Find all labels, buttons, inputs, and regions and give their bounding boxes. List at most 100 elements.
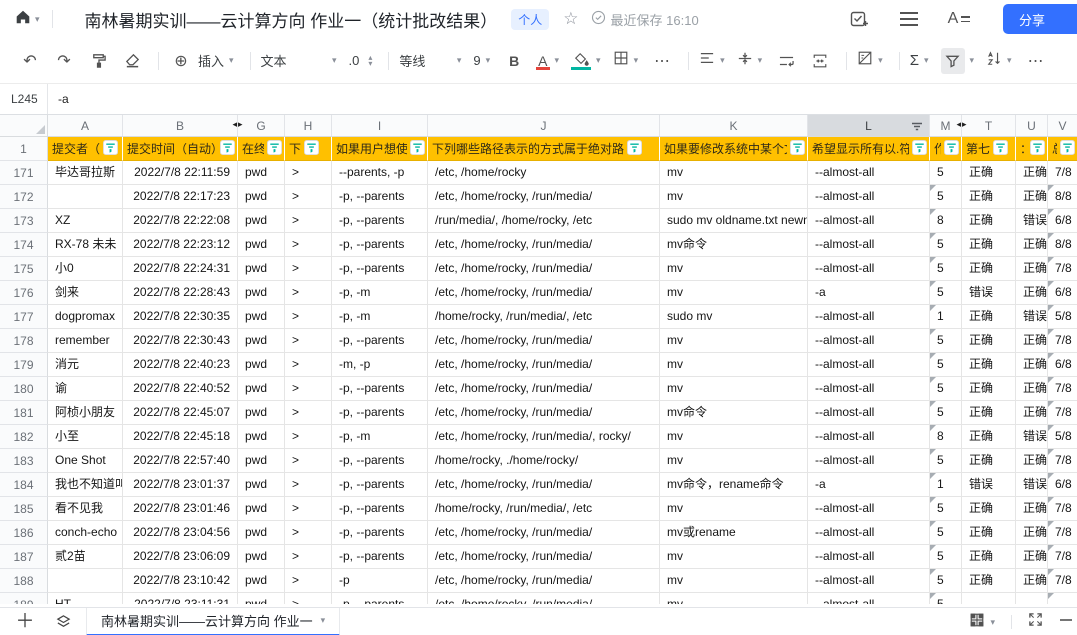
- cell-L177[interactable]: --almost-all: [808, 305, 930, 329]
- row-number[interactable]: 189: [0, 593, 48, 604]
- cell-I171[interactable]: --parents, -p: [332, 161, 428, 185]
- cell-J180[interactable]: /etc, /home/rocky, /run/media/: [428, 377, 660, 401]
- cell-K180[interactable]: mv: [660, 377, 808, 401]
- insert-button[interactable]: ⊕ 插入 ▾: [169, 48, 234, 74]
- cell-J172[interactable]: /etc, /home/rocky, /run/media/: [428, 185, 660, 209]
- cell-U185[interactable]: 正确: [1016, 497, 1048, 521]
- row-number[interactable]: 175: [0, 257, 48, 281]
- row-number[interactable]: 187: [0, 545, 48, 569]
- cell-B174[interactable]: 2022/7/8 22:23:12: [123, 233, 238, 257]
- row-number[interactable]: 180: [0, 377, 48, 401]
- filter-header-cell-U[interactable]: ：: [1016, 137, 1048, 161]
- row-number[interactable]: 171: [0, 161, 48, 185]
- bold-button[interactable]: B: [502, 48, 526, 74]
- column-header-H[interactable]: H: [285, 115, 332, 136]
- cell-T175[interactable]: 正确: [962, 257, 1016, 281]
- cell-V182[interactable]: 5/8: [1048, 425, 1077, 449]
- cell-H185[interactable]: >: [285, 497, 332, 521]
- filter-funnel-icon[interactable]: [1030, 140, 1045, 158]
- home-button[interactable]: ▾: [14, 8, 40, 31]
- column-header-A[interactable]: A: [48, 115, 123, 136]
- cell-V181[interactable]: 7/8: [1048, 401, 1077, 425]
- borders-button[interactable]: ▾: [613, 50, 639, 71]
- cell-B184[interactable]: 2022/7/8 23:01:37: [123, 473, 238, 497]
- cell-K178[interactable]: mv: [660, 329, 808, 353]
- cell-V178[interactable]: 7/8: [1048, 329, 1077, 353]
- cell-J183[interactable]: /home/rocky, ./home/rocky/: [428, 449, 660, 473]
- cell-G174[interactable]: pwd: [238, 233, 285, 257]
- filter-funnel-icon[interactable]: [410, 140, 425, 158]
- cell-M175[interactable]: 5: [930, 257, 962, 281]
- cell-A182[interactable]: 小至: [48, 425, 123, 449]
- cell-T172[interactable]: 正确: [962, 185, 1016, 209]
- filter-header-cell-J[interactable]: 下列哪些路径表示的方式属于绝对路: [428, 137, 660, 161]
- cell-V185[interactable]: 7/8: [1048, 497, 1077, 521]
- cell-H173[interactable]: >: [285, 209, 332, 233]
- cell-U186[interactable]: 正确: [1016, 521, 1048, 545]
- spinner-icons[interactable]: ▴▾: [368, 55, 372, 67]
- cell-V180[interactable]: 7/8: [1048, 377, 1077, 401]
- more-icon[interactable]: ⋯: [650, 48, 674, 74]
- filter-header-cell-M[interactable]: 作: [930, 137, 962, 161]
- cell-M183[interactable]: 5: [930, 449, 962, 473]
- filter-button[interactable]: ▾: [941, 48, 975, 74]
- cell-K171[interactable]: mv: [660, 161, 808, 185]
- cell-I184[interactable]: -p, --parents: [332, 473, 428, 497]
- cell-G171[interactable]: pwd: [238, 161, 285, 185]
- cell-H183[interactable]: >: [285, 449, 332, 473]
- cell-G183[interactable]: pwd: [238, 449, 285, 473]
- row-number[interactable]: 172: [0, 185, 48, 209]
- cell-K173[interactable]: sudo mv oldname.txt newna: [660, 209, 808, 233]
- cell-G173[interactable]: pwd: [238, 209, 285, 233]
- cell-H182[interactable]: >: [285, 425, 332, 449]
- cell-B176[interactable]: 2022/7/8 22:28:43: [123, 281, 238, 305]
- cell-K176[interactable]: mv: [660, 281, 808, 305]
- cell-T179[interactable]: 正确: [962, 353, 1016, 377]
- cell-L172[interactable]: --almost-all: [808, 185, 930, 209]
- cell-A180[interactable]: 谕: [48, 377, 123, 401]
- cell-H175[interactable]: >: [285, 257, 332, 281]
- cell-K185[interactable]: mv: [660, 497, 808, 521]
- cell-M188[interactable]: 5: [930, 569, 962, 593]
- cell-V175[interactable]: 7/8: [1048, 257, 1077, 281]
- redo-icon[interactable]: ↷: [52, 48, 76, 74]
- cell-K187[interactable]: mv: [660, 545, 808, 569]
- cell-K184[interactable]: mv命令，rename命令: [660, 473, 808, 497]
- cell-K181[interactable]: mv命令: [660, 401, 808, 425]
- cell-B182[interactable]: 2022/7/8 22:45:18: [123, 425, 238, 449]
- cell-V179[interactable]: 6/8: [1048, 353, 1077, 377]
- cell-T178[interactable]: 正确: [962, 329, 1016, 353]
- filter-header-cell-A[interactable]: 提交者（: [48, 137, 123, 161]
- cell-U179[interactable]: 正确: [1016, 353, 1048, 377]
- cell-I187[interactable]: -p, --parents: [332, 545, 428, 569]
- cell-H186[interactable]: >: [285, 521, 332, 545]
- cell-A188[interactable]: [48, 569, 123, 593]
- clear-format-icon[interactable]: [120, 48, 144, 74]
- more-icon[interactable]: ⋯: [1024, 48, 1048, 74]
- filter-header-cell-H[interactable]: 下: [285, 137, 332, 161]
- sheet-tab-active[interactable]: 南林暑期实训——云计算方向 作业一 ▾: [86, 608, 340, 635]
- filter-header-cell-V[interactable]: 总分: [1048, 137, 1077, 161]
- cell-B185[interactable]: 2022/7/8 23:01:46: [123, 497, 238, 521]
- cell-H181[interactable]: >: [285, 401, 332, 425]
- filter-header-cell-G[interactable]: 在终: [238, 137, 285, 161]
- cell-J186[interactable]: /etc, /home/rocky, /run/media/: [428, 521, 660, 545]
- cell-G177[interactable]: pwd: [238, 305, 285, 329]
- cell-U173[interactable]: 错误: [1016, 209, 1048, 233]
- formula-input[interactable]: -a: [48, 84, 69, 114]
- cell-M172[interactable]: 5: [930, 185, 962, 209]
- cell-G188[interactable]: pwd: [238, 569, 285, 593]
- column-header-I[interactable]: I: [332, 115, 428, 136]
- cell-M180[interactable]: 5: [930, 377, 962, 401]
- cell-U177[interactable]: 错误: [1016, 305, 1048, 329]
- cell-B179[interactable]: 2022/7/8 22:40:23: [123, 353, 238, 377]
- filter-funnel-icon[interactable]: [267, 140, 282, 158]
- cell-L187[interactable]: --almost-all: [808, 545, 930, 569]
- cell-T171[interactable]: 正确: [962, 161, 1016, 185]
- cell-J187[interactable]: /etc, /home/rocky, /run/media/: [428, 545, 660, 569]
- column-header-T[interactable]: T: [962, 115, 1016, 136]
- sort-button[interactable]: ▾: [986, 51, 1012, 71]
- number-format-dropdown[interactable]: 文本 ▾: [261, 51, 337, 70]
- column-filter-indicator-icon[interactable]: [911, 121, 923, 135]
- cell-J189[interactable]: /etc, /home/rocky, /run/media/: [428, 593, 660, 604]
